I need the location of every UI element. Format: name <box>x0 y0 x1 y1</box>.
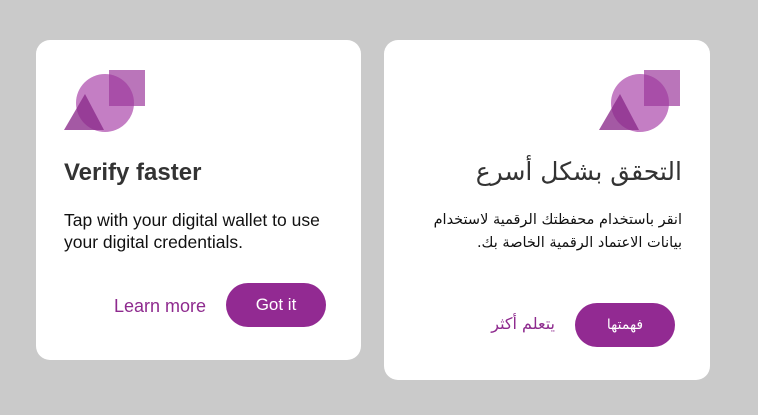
dialog-card-english: Verify faster Tap with your digital wall… <box>36 40 361 360</box>
dialog-body: Tap with your digital wallet to use your… <box>64 210 320 252</box>
dialog-body: انقر باستخدام محفظتك الرقمية لاستخدام بي… <box>433 212 682 251</box>
verify-logo-icon <box>64 70 145 132</box>
learn-more-button[interactable]: يتعلم أكثر <box>491 314 555 333</box>
got-it-button[interactable]: Got it <box>226 283 326 327</box>
learn-more-button[interactable]: Learn more <box>114 296 206 317</box>
dialog-card-arabic: التحقق بشكل أسرع انقر باستخدام محفظتك ال… <box>384 40 710 380</box>
dialog-title: Verify faster <box>64 159 202 186</box>
dialog-title: التحقق بشكل أسرع <box>475 157 682 186</box>
got-it-button[interactable]: فهمتها <box>575 303 675 347</box>
verify-logo-icon <box>599 70 680 132</box>
